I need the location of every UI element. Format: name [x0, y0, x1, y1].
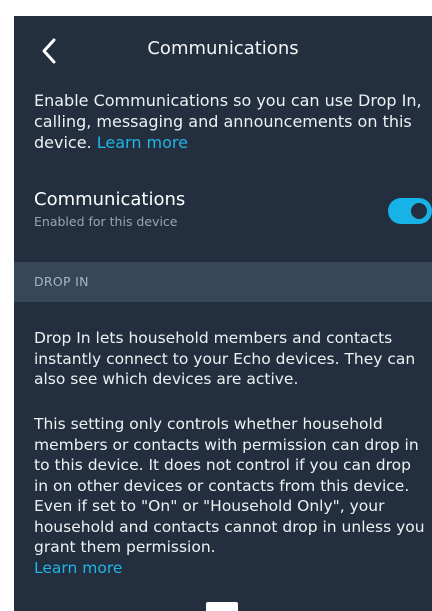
communications-screen: Communications Enable Communications so … [14, 16, 432, 611]
page-title: Communications [147, 38, 299, 59]
toggle-knob [411, 203, 427, 219]
bottom-control[interactable] [206, 602, 238, 611]
drop-in-permission-text: This setting only controls whether house… [34, 415, 425, 556]
drop-in-section-label: DROP IN [34, 274, 89, 289]
communications-toggle[interactable] [388, 198, 432, 224]
drop-in-permission-note: This setting only controls whether house… [34, 414, 428, 578]
drop-in-section-header: DROP IN [14, 262, 432, 302]
intro-description: Enable Communications so you can use Dro… [34, 91, 422, 152]
intro-learn-more-link[interactable]: Learn more [97, 133, 188, 152]
header-bar: Communications [14, 16, 432, 80]
communications-setting-row[interactable]: Communications Enabled for this device [34, 188, 432, 248]
communications-setting-subtitle: Enabled for this device [34, 214, 178, 229]
drop-in-learn-more-link[interactable]: Learn more [34, 559, 122, 577]
communications-setting-title: Communications [34, 189, 186, 210]
intro-text: Enable Communications so you can use Dro… [34, 90, 426, 153]
drop-in-description: Drop In lets household members and conta… [34, 329, 416, 388]
